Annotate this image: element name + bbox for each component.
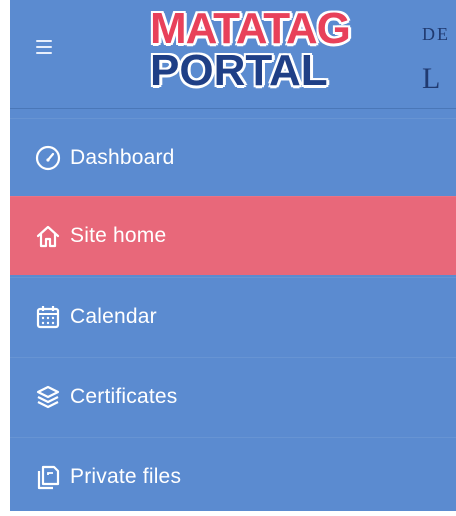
sidebar-item-site-home[interactable]: Site home — [10, 196, 456, 275]
sidebar-header: MATATAG PORTAL DE L — [10, 0, 456, 109]
logo-dep-text: DE — [422, 24, 450, 44]
home-icon — [30, 218, 66, 254]
sidebar-item-label: Calendar — [70, 305, 157, 328]
hamburger-menu-icon[interactable] — [36, 40, 56, 56]
sidebar-item-label: Private files — [70, 465, 182, 488]
app-frame: MATATAG PORTAL DE L Dashboard Site home … — [0, 0, 456, 511]
stack-icon — [30, 379, 66, 415]
sidebar-item-label: Dashboard — [70, 146, 175, 169]
hamburger-bar — [36, 52, 52, 54]
files-icon — [30, 459, 66, 495]
sidebar-item-calendar[interactable]: Calendar — [10, 277, 456, 356]
logo-portal-text: PORTAL — [150, 46, 328, 95]
sidebar-item-private-files[interactable]: Private files — [10, 437, 456, 516]
hamburger-bar — [36, 46, 52, 48]
matatag-portal-logo[interactable]: MATATAG PORTAL DE L — [150, 4, 450, 104]
speedometer-icon — [30, 140, 66, 176]
sidebar-item-label: Site home — [70, 224, 167, 247]
hamburger-bar — [36, 40, 52, 42]
sidebar-item-certificates[interactable]: Certificates — [10, 357, 456, 436]
sidebar-item-label: Certificates — [70, 385, 178, 408]
sidebar-item-dashboard[interactable]: Dashboard — [10, 118, 456, 197]
calendar-icon — [30, 299, 66, 335]
logo-l-text: L — [422, 62, 441, 95]
sidebar: MATATAG PORTAL DE L Dashboard Site home … — [10, 0, 456, 511]
